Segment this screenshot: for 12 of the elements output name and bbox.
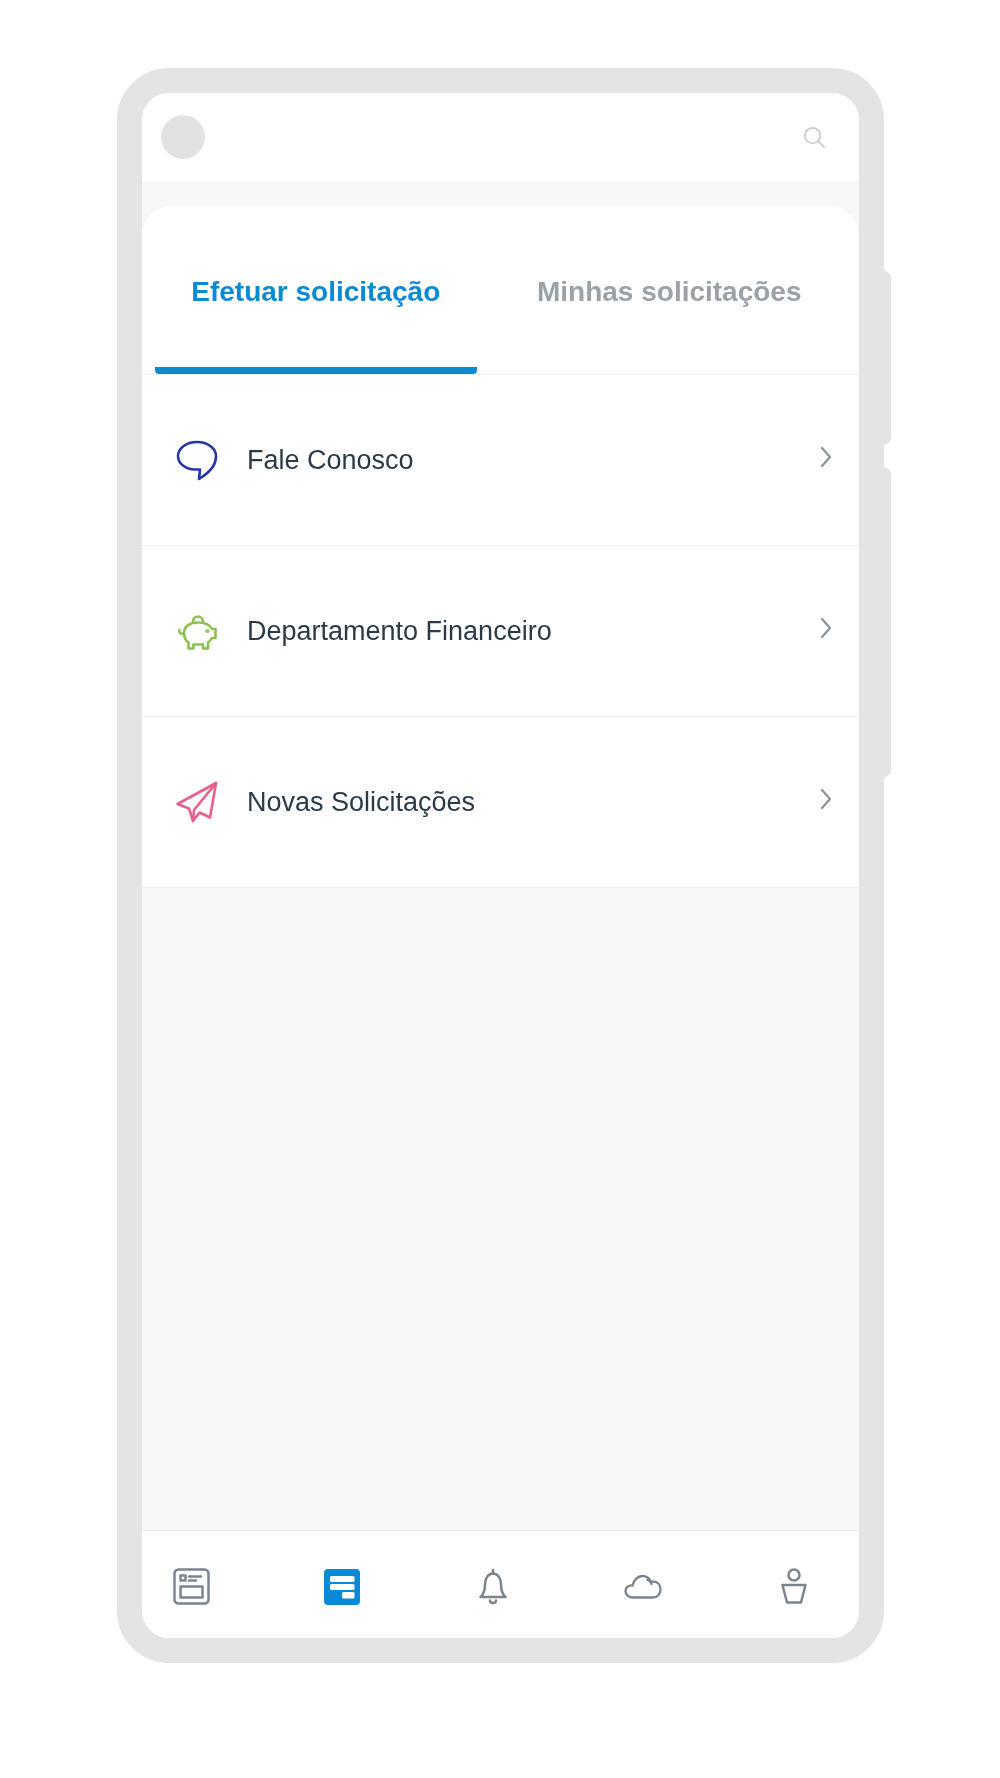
- chevron-right-icon: [819, 787, 833, 811]
- list-icon[interactable]: [323, 1568, 360, 1605]
- bell-icon[interactable]: [476, 1568, 509, 1605]
- menu-item[interactable]: Fale Conosco: [142, 375, 859, 546]
- menu-item[interactable]: Departamento Financeiro: [142, 546, 859, 717]
- tab[interactable]: Efetuar solicitação: [155, 206, 477, 374]
- person-icon[interactable]: [780, 1568, 808, 1605]
- cloud-icon[interactable]: [624, 1574, 663, 1599]
- chevron-right-icon: [819, 616, 833, 640]
- menu-item[interactable]: Novas Solicitações: [142, 717, 859, 888]
- chevron-right-icon: [819, 445, 833, 469]
- newspaper-icon[interactable]: [172, 1568, 210, 1605]
